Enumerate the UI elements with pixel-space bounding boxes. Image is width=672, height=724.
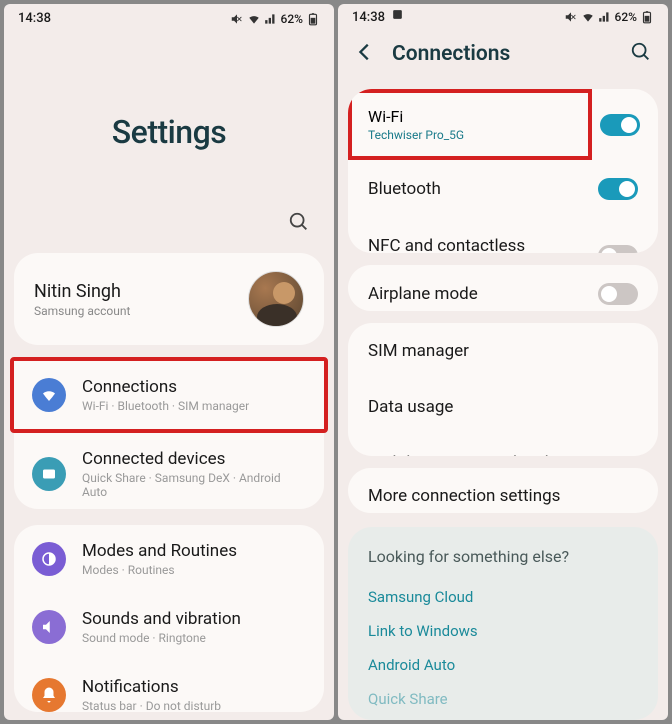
connections-screen: 14:38 62% Connections Wi-Fi Techwiser Pr… <box>338 4 668 720</box>
header-title: Connections <box>392 42 614 66</box>
header: Connections <box>338 29 668 83</box>
battery-text: 62% <box>281 12 303 26</box>
status-left: 14:38 <box>352 8 404 25</box>
item-title: Sounds and vibration <box>82 609 306 629</box>
item-sub: Quick Share · Samsung DeX · Android Auto <box>82 471 306 499</box>
item-title: Connected devices <box>82 449 306 469</box>
settings-screen: 14:38 62% Settings Nitin Singh Samsung a… <box>4 4 334 720</box>
looking-for-card: Looking for something else? Samsung Clou… <box>348 527 658 720</box>
card-airplane: Airplane mode <box>348 265 658 311</box>
devices-icon <box>32 457 66 491</box>
link-android-auto[interactable]: Android Auto <box>368 648 638 682</box>
card-wifi-bt-nfc: Wi-Fi Techwiser Pro_5G Bluetooth NFC and… <box>348 89 658 252</box>
airplane-toggle[interactable] <box>598 283 638 305</box>
item-more-settings[interactable]: More connection settings <box>348 468 658 513</box>
item-hotspot[interactable]: Mobile Hotspot and Tethering <box>348 435 658 457</box>
wifi-icon <box>581 10 595 24</box>
nfc-toggle[interactable] <box>598 245 638 252</box>
battery-icon <box>640 10 654 24</box>
wifi-icon <box>247 12 261 26</box>
link-samsung-cloud[interactable]: Samsung Cloud <box>368 580 638 614</box>
settings-item-sounds[interactable]: Sounds and vibration Sound mode · Ringto… <box>14 593 324 661</box>
settings-item-notifications[interactable]: Notifications Status bar · Do not distur… <box>14 661 324 712</box>
avatar[interactable] <box>248 271 304 327</box>
clock: 14:38 <box>18 11 51 26</box>
item-title: Modes and Routines <box>82 541 306 561</box>
bell-icon <box>32 678 66 712</box>
item-sub: Modes · Routines <box>82 563 306 577</box>
account-card[interactable]: Nitin Singh Samsung account <box>14 253 324 345</box>
status-bar: 14:38 62% <box>4 4 334 33</box>
back-button[interactable] <box>354 41 376 67</box>
status-icons: 62% <box>230 12 320 26</box>
account-name: Nitin Singh <box>34 281 130 302</box>
sound-icon <box>32 610 66 644</box>
settings-item-connected-devices[interactable]: Connected devices Quick Share · Samsung … <box>14 433 324 508</box>
item-sim-manager[interactable]: SIM manager <box>348 323 658 379</box>
account-sub: Samsung account <box>34 304 130 318</box>
search-icon[interactable] <box>288 211 310 237</box>
clock: 14:38 <box>352 10 385 25</box>
card-sim-data-hotspot: SIM manager Data usage Mobile Hotspot an… <box>348 323 658 457</box>
search-row <box>4 211 334 245</box>
link-quick-share[interactable]: Quick Share <box>368 682 638 716</box>
item-sub: Status bar · Do not disturb <box>82 699 306 712</box>
wifi-title: Wi-Fi <box>368 107 572 126</box>
mute-icon <box>564 10 578 24</box>
battery-text: 62% <box>615 10 637 24</box>
item-wifi[interactable]: Wi-Fi Techwiser Pro_5G <box>348 89 658 160</box>
item-airplane[interactable]: Airplane mode <box>348 265 658 311</box>
settings-title-area: Settings <box>4 33 334 211</box>
signal-icon <box>598 10 612 24</box>
page-title: Settings <box>4 113 334 151</box>
status-icons: 62% <box>564 10 654 24</box>
item-data-usage[interactable]: Data usage <box>348 379 658 435</box>
settings-item-modes[interactable]: Modes and Routines Modes · Routines <box>14 525 324 593</box>
screenshot-icon <box>391 8 404 21</box>
item-bluetooth[interactable]: Bluetooth <box>348 160 658 218</box>
item-nfc[interactable]: NFC and contactless payments <box>348 218 658 252</box>
wifi-icon <box>32 378 66 412</box>
nfc-title: NFC and contactless payments <box>368 236 598 252</box>
link-link-to-windows[interactable]: Link to Windows <box>368 614 638 648</box>
bluetooth-toggle[interactable] <box>598 178 638 200</box>
airplane-title: Airplane mode <box>368 284 478 304</box>
card-more: More connection settings <box>348 468 658 513</box>
mute-icon <box>230 12 244 26</box>
modes-icon <box>32 542 66 576</box>
bt-title: Bluetooth <box>368 179 441 199</box>
wifi-toggle[interactable] <box>600 114 640 136</box>
looking-title: Looking for something else? <box>368 547 638 566</box>
battery-icon <box>306 12 320 26</box>
search-icon[interactable] <box>630 41 652 67</box>
wifi-sub: Techwiser Pro_5G <box>368 128 572 142</box>
item-sub: Sound mode · Ringtone <box>82 631 306 645</box>
highlight-connections: Connections Wi-Fi · Bluetooth · SIM mana… <box>10 357 328 433</box>
settings-item-connections[interactable]: Connections Wi-Fi · Bluetooth · SIM mana… <box>14 361 324 429</box>
signal-icon <box>264 12 278 26</box>
item-title: Notifications <box>82 677 306 697</box>
item-title: Connections <box>82 377 306 397</box>
item-sub: Wi-Fi · Bluetooth · SIM manager <box>82 399 306 413</box>
status-bar: 14:38 62% <box>338 4 668 29</box>
